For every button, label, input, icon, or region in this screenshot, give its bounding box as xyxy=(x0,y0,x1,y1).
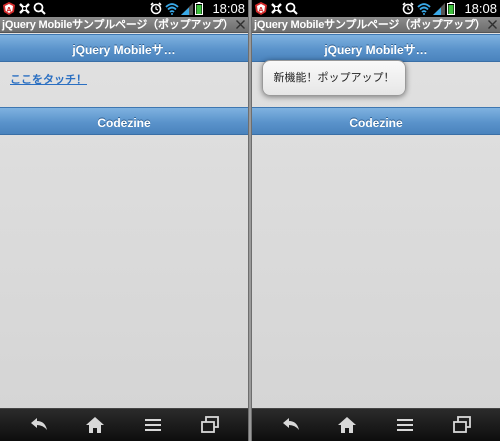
window-title: jQuery Mobileサンプルページ（ポップアップ） xyxy=(254,19,486,31)
back-icon xyxy=(31,418,47,430)
back-icon xyxy=(283,418,299,430)
menu-icon xyxy=(145,419,161,431)
screen-before-tap: A 18:08 jQuery Mobileサンプルページ（ポップアップ） jQu… xyxy=(0,0,248,441)
recent-apps-button[interactable] xyxy=(199,415,221,435)
battery-icon xyxy=(195,2,203,15)
close-icon[interactable] xyxy=(235,19,246,30)
status-time: 18:08 xyxy=(464,1,497,16)
home-icon xyxy=(338,417,356,433)
svg-text:A: A xyxy=(7,7,12,14)
svg-text:A: A xyxy=(259,7,264,14)
touch-here-link[interactable]: ここをタッチ！ xyxy=(10,71,87,87)
home-button[interactable] xyxy=(336,415,358,435)
usb-debug-icon xyxy=(19,3,30,14)
menu-icon xyxy=(397,419,413,431)
recent-apps-icon xyxy=(453,416,471,433)
alarm-icon xyxy=(402,2,414,15)
alarm-icon xyxy=(150,2,162,15)
status-bar: A 18:08 xyxy=(252,0,500,17)
search-icon xyxy=(285,2,298,15)
window-title-bar: jQuery Mobileサンプルページ（ポップアップ） xyxy=(252,17,500,33)
screen-after-tap: A 18:08 jQuery Mobileサンプルページ（ポップアップ） jQu… xyxy=(252,0,500,441)
window-title: jQuery Mobileサンプルページ（ポップアップ） xyxy=(2,19,234,31)
window-title-bar: jQuery Mobileサンプルページ（ポップアップ） xyxy=(0,17,248,33)
page-header: jQuery Mobileサ… xyxy=(0,34,248,62)
status-bar: A 18:08 xyxy=(0,0,248,17)
status-time: 18:08 xyxy=(212,1,245,16)
back-button[interactable] xyxy=(28,415,50,435)
search-icon xyxy=(33,2,46,15)
home-icon xyxy=(86,417,104,433)
close-icon[interactable] xyxy=(487,19,498,30)
usb-debug-icon xyxy=(271,3,282,14)
wifi-icon xyxy=(165,3,179,15)
page-footer: Codezine xyxy=(0,107,248,135)
battery-icon xyxy=(447,2,455,15)
menu-button[interactable] xyxy=(394,415,416,435)
android-nav-bar xyxy=(0,408,248,441)
recent-apps-icon xyxy=(201,416,219,433)
footer-title: Codezine xyxy=(349,116,403,130)
page-title: jQuery Mobileサ… xyxy=(324,43,428,57)
page-title: jQuery Mobileサ… xyxy=(72,43,176,57)
popup-dialog[interactable]: 新機能！ポップアップ！ xyxy=(262,60,406,96)
signal-icon xyxy=(181,3,193,15)
home-button[interactable] xyxy=(84,415,106,435)
page-header: jQuery Mobileサ… xyxy=(252,34,500,62)
page-footer: Codezine xyxy=(252,107,500,135)
signal-icon xyxy=(433,3,445,15)
recent-apps-button[interactable] xyxy=(451,415,473,435)
footer-title: Codezine xyxy=(97,116,151,130)
menu-button[interactable] xyxy=(142,415,164,435)
back-button[interactable] xyxy=(280,415,302,435)
antivirus-icon: A xyxy=(3,2,15,15)
antivirus-icon: A xyxy=(255,2,267,15)
android-nav-bar xyxy=(252,408,500,441)
wifi-icon xyxy=(417,3,431,15)
